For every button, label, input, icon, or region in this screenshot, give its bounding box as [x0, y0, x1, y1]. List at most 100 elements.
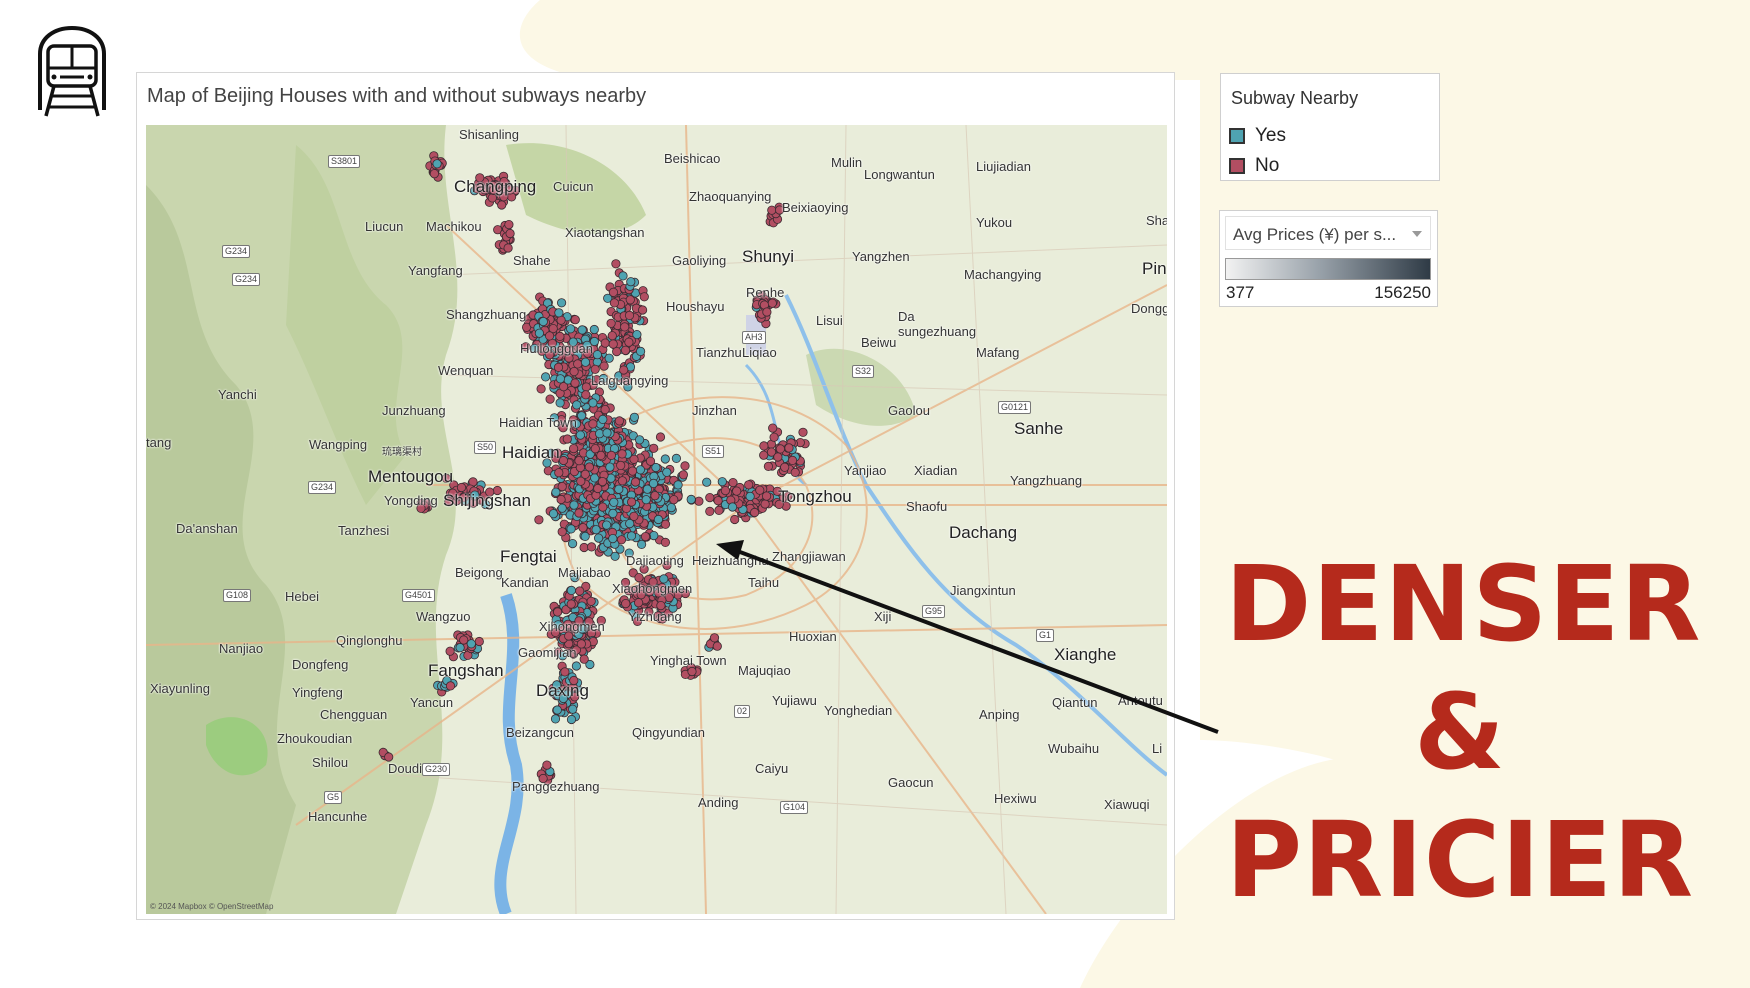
house-point[interactable]: [730, 514, 740, 525]
house-point[interactable]: [669, 495, 679, 505]
house-point[interactable]: [763, 461, 774, 471]
house-point[interactable]: [732, 486, 742, 496]
house-point[interactable]: [593, 533, 604, 543]
house-point[interactable]: [649, 443, 659, 453]
house-point[interactable]: [567, 538, 578, 549]
house-point[interactable]: [640, 531, 651, 542]
house-point[interactable]: [600, 404, 610, 415]
house-point[interactable]: [759, 441, 769, 451]
house-point[interactable]: [534, 515, 544, 525]
house-point[interactable]: [575, 586, 585, 596]
house-point[interactable]: [762, 307, 772, 317]
house-point[interactable]: [555, 374, 565, 384]
house-point[interactable]: [662, 467, 672, 477]
house-point[interactable]: [586, 542, 597, 552]
house-point[interactable]: [606, 450, 616, 460]
house-point[interactable]: [572, 400, 582, 410]
house-point[interactable]: [629, 412, 639, 422]
house-point[interactable]: [570, 315, 580, 325]
house-point[interactable]: [578, 523, 588, 533]
house-point[interactable]: [768, 423, 778, 433]
house-point[interactable]: [556, 298, 567, 308]
house-point[interactable]: [538, 317, 548, 327]
house-point[interactable]: [568, 443, 579, 454]
house-point[interactable]: [624, 310, 635, 320]
house-point[interactable]: [666, 502, 677, 513]
house-point[interactable]: [601, 520, 612, 530]
house-point[interactable]: [680, 461, 690, 471]
house-point[interactable]: [579, 654, 589, 664]
house-point[interactable]: [627, 466, 638, 476]
house-point[interactable]: [727, 502, 738, 512]
house-point[interactable]: [599, 361, 609, 371]
map-canvas[interactable]: Shisanling Beishicao Mulin Longwantun Li…: [146, 125, 1167, 914]
house-point[interactable]: [761, 491, 772, 501]
house-point[interactable]: [610, 551, 620, 561]
house-point[interactable]: [555, 398, 565, 408]
house-point[interactable]: [580, 531, 590, 541]
house-point[interactable]: [569, 367, 579, 377]
house-point[interactable]: [720, 485, 731, 496]
house-point[interactable]: [474, 636, 484, 647]
house-point[interactable]: [536, 384, 546, 394]
house-point[interactable]: [606, 318, 616, 328]
house-point[interactable]: [562, 434, 572, 444]
house-point[interactable]: [769, 432, 779, 442]
house-point[interactable]: [586, 596, 596, 606]
house-point[interactable]: [552, 705, 562, 715]
house-point[interactable]: [557, 481, 567, 492]
house-point[interactable]: [544, 331, 555, 341]
house-point[interactable]: [767, 298, 777, 308]
house-point[interactable]: [605, 462, 615, 472]
house-point[interactable]: [574, 456, 584, 466]
house-point[interactable]: [591, 525, 601, 535]
house-point[interactable]: [540, 372, 551, 382]
house-point[interactable]: [790, 467, 800, 477]
house-point[interactable]: [645, 456, 656, 466]
house-point[interactable]: [571, 661, 581, 671]
house-point[interactable]: [607, 331, 617, 341]
house-point[interactable]: [714, 505, 724, 515]
house-point[interactable]: [705, 506, 715, 516]
house-point[interactable]: [798, 427, 808, 437]
house-point[interactable]: [635, 465, 645, 475]
house-point[interactable]: [466, 639, 476, 649]
house-point[interactable]: [625, 295, 635, 305]
legend-item-yes[interactable]: Yes: [1229, 124, 1286, 148]
house-point[interactable]: [597, 476, 608, 487]
house-point[interactable]: [636, 539, 647, 549]
house-point[interactable]: [784, 443, 794, 453]
house-point[interactable]: [620, 345, 631, 355]
house-point[interactable]: [592, 350, 602, 360]
house-point[interactable]: [694, 496, 704, 506]
house-point[interactable]: [596, 450, 606, 460]
house-point[interactable]: [384, 752, 394, 762]
house-point[interactable]: [556, 494, 566, 505]
house-point[interactable]: [445, 681, 456, 691]
house-point[interactable]: [787, 455, 798, 465]
map-attribution[interactable]: © 2024 Mapbox © OpenStreetMap: [150, 902, 273, 911]
house-point[interactable]: [620, 322, 630, 332]
house-point[interactable]: [429, 169, 439, 179]
house-point[interactable]: [626, 497, 637, 507]
house-point[interactable]: [609, 298, 619, 308]
house-point[interactable]: [569, 500, 579, 510]
house-point[interactable]: [755, 485, 765, 495]
house-point[interactable]: [566, 585, 576, 595]
house-point[interactable]: [608, 339, 618, 349]
house-point[interactable]: [775, 444, 786, 454]
house-point[interactable]: [552, 607, 563, 617]
house-point[interactable]: [505, 228, 515, 239]
house-point[interactable]: [773, 452, 783, 462]
house-point[interactable]: [455, 643, 465, 653]
house-point[interactable]: [702, 477, 712, 487]
house-point[interactable]: [558, 455, 569, 466]
house-point[interactable]: [560, 667, 570, 677]
house-point[interactable]: [653, 514, 664, 525]
house-point[interactable]: [545, 394, 555, 404]
house-point[interactable]: [780, 462, 790, 472]
subway-legend[interactable]: Subway Nearby Yes No: [1220, 73, 1440, 181]
house-point[interactable]: [641, 495, 651, 505]
house-point[interactable]: [445, 646, 455, 656]
house-point[interactable]: [557, 503, 567, 513]
